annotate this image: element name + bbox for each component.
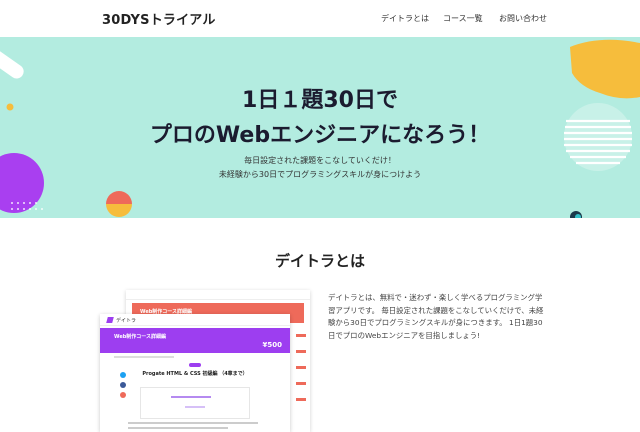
course-title: Progate HTML & CSS 初級編 （4章まで）: [142, 371, 248, 377]
nav-link-courses[interactable]: コース一覧: [443, 13, 483, 24]
app-screenshot-front: デイトラ Web制作コース詳細編 ¥500 Progate HTML & CSS…: [100, 314, 290, 432]
price-label: ¥500: [262, 341, 282, 349]
front-banner-title: Web制作コース詳細編: [114, 334, 167, 340]
site-logo[interactable]: 30DYSトライアル: [102, 9, 216, 28]
brand-logo-icon: [106, 317, 114, 323]
hero-title-line2: プロのWebエンジニアになろう！: [149, 123, 491, 148]
mock-brand-name: デイトラ: [116, 318, 137, 324]
coral-circle-shape: [106, 191, 132, 204]
hero-subtitle-line2: 未経験から30日でプログラミングスキルが身につけよう: [218, 170, 422, 179]
nav-link-about[interactable]: デイトラとは: [381, 13, 429, 24]
white-pill-shape: [0, 49, 24, 79]
twitter-icon: [120, 372, 126, 378]
facebook-icon: [120, 382, 126, 388]
hero-title-line1: 1日１題30日で: [242, 88, 398, 113]
about-title: デイトラとは: [274, 252, 365, 270]
yellow-half-shape: [106, 204, 132, 217]
share-icon: [120, 392, 126, 398]
nav-link-contact[interactable]: お問い合わせ: [499, 13, 547, 24]
about-description: デイトラとは、無料で・迷わず・楽しく学べるプログラミング学習アプリです。 毎日設…: [328, 293, 544, 340]
hero-section: 1日１題30日で プロのWebエンジニアになろう！ 毎日設定された課題をこなして…: [0, 37, 640, 218]
site-header: 30DYSトライアル デイトラとは コース一覧 お問い合わせ: [0, 0, 640, 37]
hero-subtitle-line1: 毎日設定された課題をこなしていくだけ！: [244, 156, 396, 165]
